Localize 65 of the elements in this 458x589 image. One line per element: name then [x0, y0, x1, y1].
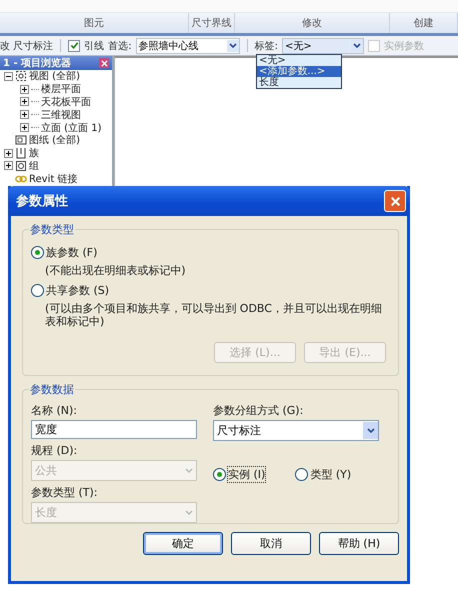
- project-browser-title: 1 - 项目浏览器: [3, 56, 72, 70]
- group-icon: [15, 160, 27, 172]
- family-icon: [15, 147, 27, 160]
- close-icon[interactable]: [99, 58, 109, 68]
- expand-icon[interactable]: [4, 148, 13, 158]
- tree-item[interactable]: 天花板平面: [41, 95, 91, 109]
- chevron-icon: [350, 40, 363, 52]
- tree-item[interactable]: 图纸 (全部): [29, 133, 80, 148]
- leader-checkbox[interactable]: [68, 40, 80, 52]
- radio-button[interactable]: [31, 284, 44, 297]
- dialog-button[interactable]: 帮助 (H): [319, 532, 399, 555]
- tree-item[interactable]: 组: [29, 158, 39, 173]
- group-legend: 参数数据: [29, 382, 75, 397]
- grouping-dropdown[interactable]: 尺寸标注: [213, 420, 379, 441]
- field-label: 名称 (N):: [31, 403, 78, 418]
- tree-item[interactable]: 视图 (全部): [29, 69, 80, 84]
- expand-icon[interactable]: [20, 110, 29, 120]
- field-label: 参数类型 (T):: [31, 485, 99, 500]
- ribbon-panel-label: 图元: [0, 13, 190, 33]
- radio-label: 类型 (Y): [310, 467, 352, 482]
- view-icon: [15, 70, 27, 82]
- prefer-dropdown[interactable]: 参照墙中心线: [136, 38, 240, 54]
- tag-label: 标签:: [254, 40, 278, 52]
- dialog-title: 参数属性: [16, 193, 68, 210]
- option-description: (不能出现在明细表或标记中): [45, 264, 187, 277]
- expand-icon[interactable]: [20, 123, 29, 132]
- ribbon-panel-label: 修改: [234, 13, 390, 33]
- dropdown-option[interactable]: <无>: [257, 55, 341, 66]
- ribbon-panel-label: 尺寸界线: [189, 13, 235, 33]
- tree-item[interactable]: 三维视图: [41, 108, 81, 122]
- dropdown-option[interactable]: <添加参数...>: [257, 66, 341, 77]
- chevron-icon: [184, 468, 192, 474]
- radio-button[interactable]: [295, 468, 308, 481]
- radio-label: 实例 (I): [228, 467, 266, 482]
- name-input-field[interactable]: 宽度: [31, 420, 197, 439]
- tag-dropdown[interactable]: <无>: [282, 38, 364, 54]
- option-description: (可以由多个项目和族共享，可以导出到 ODBC，并且可以出现在明细表和标记中): [45, 302, 383, 328]
- instance-parameter-label: 实例参数: [384, 40, 424, 52]
- tree-item[interactable]: 楼层平面: [41, 82, 81, 96]
- leader-label: 引线: [84, 40, 104, 52]
- prefer-label: 首选:: [108, 40, 132, 52]
- chevron-icon: [184, 510, 192, 516]
- tree-item[interactable]: 族: [29, 146, 39, 160]
- tree-item[interactable]: 立面 (立面 1): [41, 120, 102, 135]
- field-label: 规程 (D):: [31, 443, 78, 458]
- field-label: 参数分组方式 (G):: [213, 403, 304, 418]
- expand-icon[interactable]: [20, 84, 29, 94]
- tree-item[interactable]: Revit 链接: [29, 172, 78, 186]
- radio-button[interactable]: [213, 468, 226, 481]
- chevron-icon: [226, 40, 239, 52]
- dialog-button[interactable]: 取消: [231, 532, 311, 555]
- collapse-icon[interactable]: [4, 72, 13, 81]
- radio-label: 共享参数 (S): [46, 283, 110, 298]
- expand-icon[interactable]: [4, 161, 13, 170]
- ribbon-panel-label: 创建: [390, 13, 458, 33]
- group-legend: 参数类型: [29, 222, 75, 237]
- sheet-icon: [15, 134, 27, 146]
- close-icon[interactable]: [384, 190, 406, 212]
- context-label: 改 尺寸标注: [0, 40, 54, 52]
- radio-button[interactable]: [31, 246, 44, 259]
- chevron-icon: [363, 422, 378, 439]
- radio-label: 族参数 (F): [46, 245, 98, 260]
- dropdown-option[interactable]: 长度: [257, 77, 341, 88]
- dialog-button[interactable]: 确定: [143, 532, 223, 555]
- expand-icon[interactable]: [20, 97, 29, 106]
